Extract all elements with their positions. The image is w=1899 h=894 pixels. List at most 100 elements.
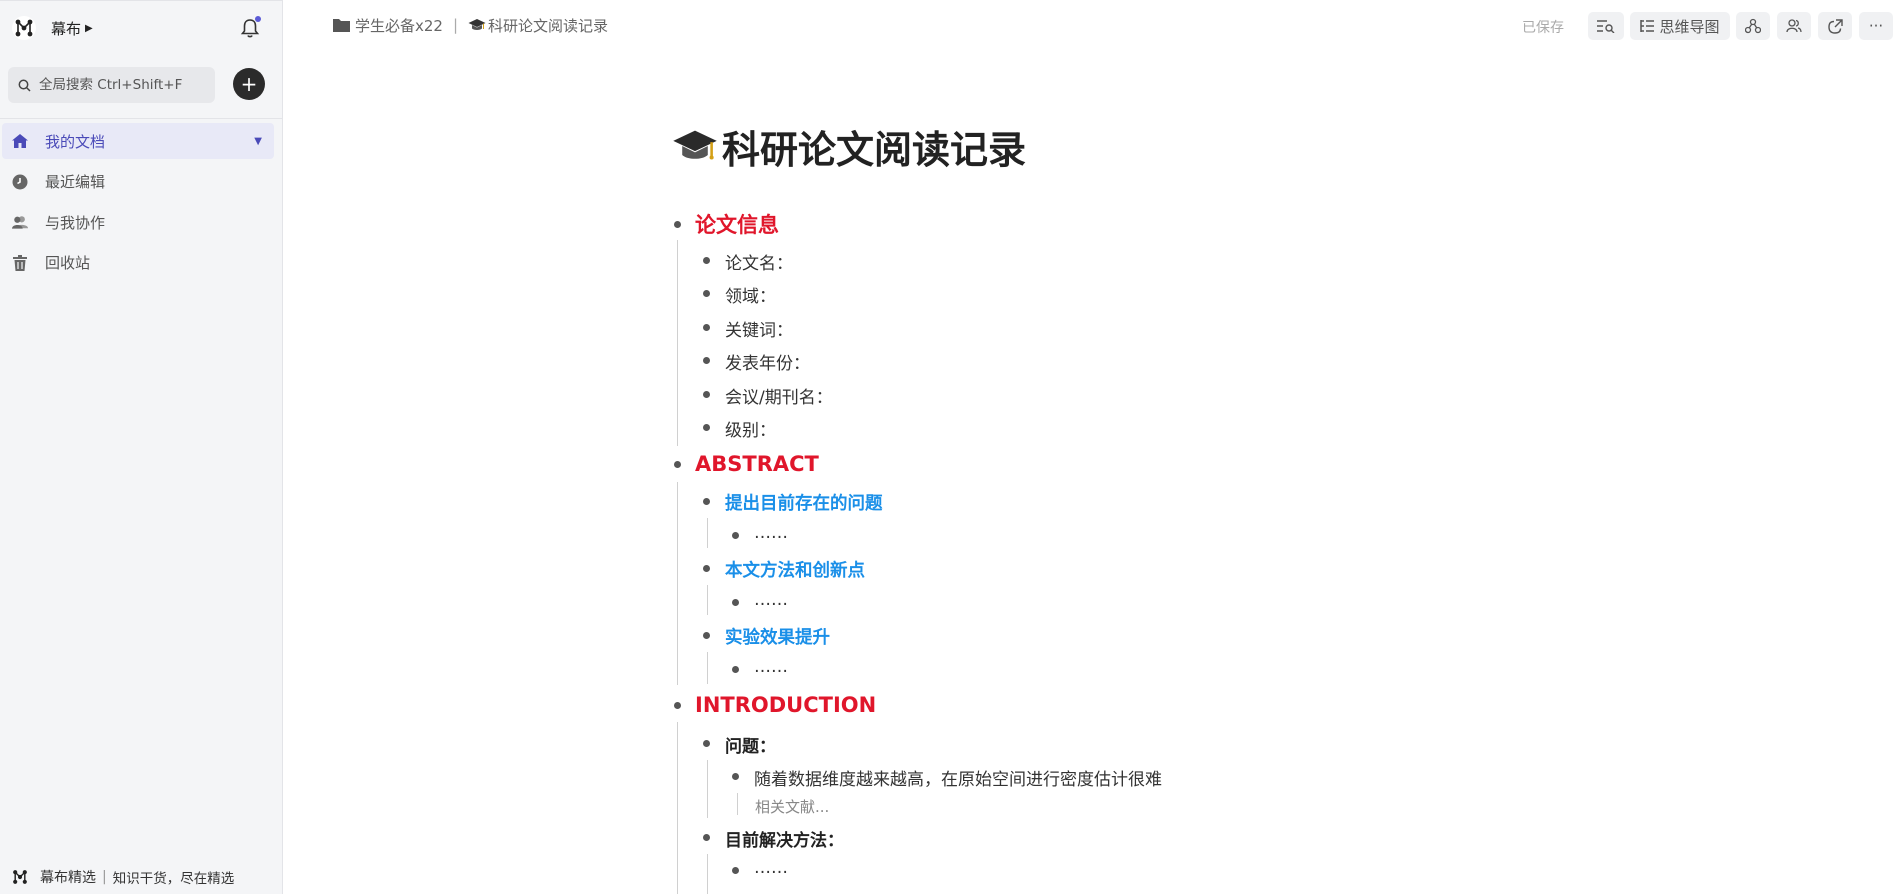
share-button[interactable] xyxy=(1818,12,1852,40)
outline-guide xyxy=(707,585,708,615)
breadcrumb-folder[interactable]: 学生必备x22 xyxy=(355,15,443,36)
bullet[interactable] xyxy=(732,532,739,539)
sidebar-item-shared[interactable]: 与我协作 xyxy=(2,204,274,240)
bullet[interactable] xyxy=(703,257,710,264)
outline-item[interactable]: 会议/期刊名： xyxy=(725,383,833,408)
bullet[interactable] xyxy=(703,498,710,505)
bullet[interactable] xyxy=(732,867,739,874)
divider xyxy=(0,118,283,119)
outline-heading-info[interactable]: 论文信息 xyxy=(695,209,779,239)
outline-guide xyxy=(677,482,678,685)
outline-item[interactable]: 发表年份： xyxy=(725,349,810,374)
folder-icon xyxy=(333,19,350,32)
outline-item[interactable]: 领域： xyxy=(725,282,776,307)
mindmap-button[interactable]: 思维导图 xyxy=(1630,12,1730,40)
bullet[interactable] xyxy=(674,461,681,468)
mindmap-icon xyxy=(1640,20,1655,32)
bullet[interactable] xyxy=(674,221,681,228)
breadcrumb-separator: | xyxy=(452,16,459,34)
app-logo-icon xyxy=(13,870,27,884)
more-icon: ··· xyxy=(1868,17,1884,35)
bullet[interactable] xyxy=(703,391,710,398)
graduation-cap-icon xyxy=(673,130,717,160)
breadcrumb: 学生必备x22 | 科研论文阅读记录 xyxy=(333,14,608,36)
bullet[interactable] xyxy=(703,632,710,639)
share-graph-button[interactable] xyxy=(1736,12,1770,40)
new-document-button[interactable]: + xyxy=(233,68,265,100)
sidebar-item-label: 回收站 xyxy=(45,254,91,272)
global-search[interactable] xyxy=(8,67,215,103)
sidebar-item-label: 最近编辑 xyxy=(45,173,106,191)
outline-guide xyxy=(707,652,708,684)
bullet[interactable] xyxy=(703,740,710,747)
bullet[interactable] xyxy=(732,599,739,606)
page-title-text: 科研论文阅读记录 xyxy=(722,127,1027,172)
featured-link[interactable]: 幕布精选 | 知识干货，尽在精选 xyxy=(12,867,234,887)
sidebar-item-trash[interactable]: 回收站 xyxy=(2,245,274,281)
outline-heading-abstract[interactable]: ABSTRACT xyxy=(695,452,819,476)
note-guide xyxy=(737,793,738,815)
search-input[interactable] xyxy=(39,77,209,93)
breadcrumb-current-doc: 科研论文阅读记录 xyxy=(488,16,609,35)
outline-subheading[interactable]: 目前解决方法： xyxy=(725,826,844,851)
sidebar-item-recent[interactable]: 最近编辑 xyxy=(2,164,274,200)
chevron-down-icon[interactable]: ▼ xyxy=(254,136,262,147)
outline-item[interactable]: 级别： xyxy=(725,416,776,441)
outline-item[interactable]: 论文名： xyxy=(725,249,793,274)
people-icon xyxy=(12,214,28,230)
featured-slogan: 知识干货，尽在精选 xyxy=(112,871,235,887)
search-icon xyxy=(18,79,31,92)
bullet[interactable] xyxy=(674,702,681,709)
unread-dot xyxy=(255,16,261,22)
more-button[interactable]: ··· xyxy=(1859,12,1893,40)
mindmap-label: 思维导图 xyxy=(1659,17,1720,36)
outline-item[interactable]: …… xyxy=(754,858,788,878)
workspace-switcher[interactable]: 幕布 ▶ xyxy=(12,15,93,41)
outline-subheading[interactable]: 实验效果提升 xyxy=(725,624,830,649)
outline-subheading[interactable]: 本文方法和创新点 xyxy=(725,557,865,582)
bullet[interactable] xyxy=(703,357,710,364)
outline-guide xyxy=(677,240,678,446)
share-arrow-icon xyxy=(1827,18,1843,34)
bullet[interactable] xyxy=(703,290,710,297)
list-search-icon xyxy=(1597,20,1615,33)
outline-heading-introduction[interactable]: INTRODUCTION xyxy=(695,693,876,717)
home-icon xyxy=(12,133,28,149)
trash-icon xyxy=(12,254,28,271)
outline-note[interactable]: 相关文献... xyxy=(755,796,829,817)
caret-right-icon: ▶ xyxy=(85,22,93,34)
clock-icon xyxy=(12,174,28,190)
collaborate-button[interactable] xyxy=(1777,12,1811,40)
outline-guide xyxy=(707,760,708,818)
outline-item[interactable]: …… xyxy=(754,523,788,543)
people-icon xyxy=(1786,19,1802,33)
outline-item[interactable]: …… xyxy=(754,657,788,677)
bullet[interactable] xyxy=(703,565,710,572)
bullet[interactable] xyxy=(703,834,710,841)
save-status: 已保存 xyxy=(1522,20,1564,36)
app-name: 幕布 xyxy=(51,19,82,38)
separator: | xyxy=(102,869,107,885)
outline-search-button[interactable] xyxy=(1588,12,1624,40)
outline-guide xyxy=(707,854,708,894)
bullet[interactable] xyxy=(703,324,710,331)
outline-guide xyxy=(677,722,678,894)
bullet[interactable] xyxy=(732,666,739,673)
sidebar: 幕布 ▶ + 我的文档 ▼ 最近编辑 xyxy=(0,0,283,894)
sidebar-item-my-docs[interactable]: 我的文档 ▼ xyxy=(2,123,274,159)
outline-subheading[interactable]: 提出目前存在的问题 xyxy=(725,490,883,515)
featured-name: 幕布精选 xyxy=(40,870,96,886)
notification-bell-icon[interactable] xyxy=(240,16,261,39)
app-logo-icon xyxy=(12,16,36,40)
bullet[interactable] xyxy=(732,773,739,780)
outline-guide xyxy=(707,518,708,548)
nodes-icon xyxy=(1745,18,1761,34)
page-title[interactable]: 科研论文阅读记录 xyxy=(672,118,1572,174)
outline-item[interactable]: …… xyxy=(754,590,788,610)
sidebar-item-label: 我的文档 xyxy=(45,132,106,151)
bullet[interactable] xyxy=(703,424,710,431)
outline-item[interactable]: 关键词： xyxy=(725,316,793,341)
outline-subheading[interactable]: 问题： xyxy=(725,732,776,757)
graduation-cap-icon xyxy=(468,19,486,30)
outline-item[interactable]: 随着数据维度越来越高，在原始空间进行密度估计很难 xyxy=(754,765,1162,790)
